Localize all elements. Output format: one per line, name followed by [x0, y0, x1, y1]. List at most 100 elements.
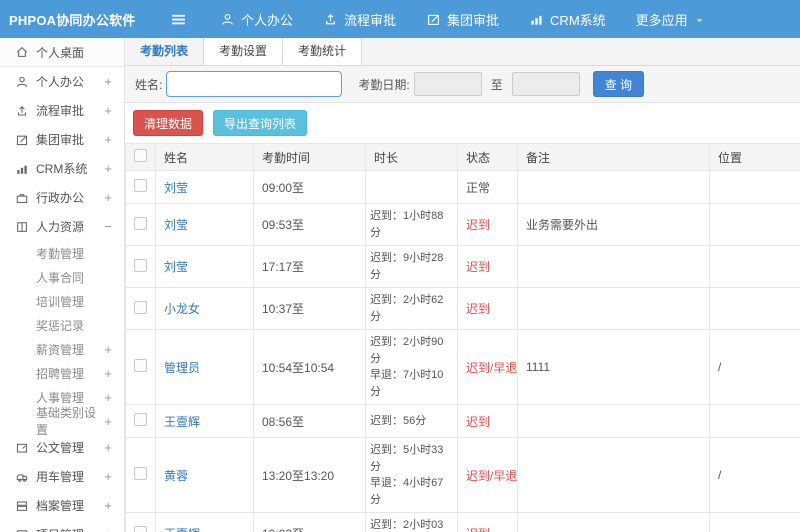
duration-line: 迟到：5小时33分 — [370, 444, 444, 473]
header-cell: 状态 — [457, 143, 518, 171]
cell-location — [709, 170, 800, 204]
sidebar-item[interactable]: 项目管理 + — [0, 520, 124, 532]
main-content: 考勤列表 考勤设置 考勤统计 姓名: 考勤日期: 至 查 询 清理数据 导出查询列表… — [125, 38, 800, 532]
employee-name-link[interactable]: 小龙女 — [164, 302, 200, 316]
tab-3[interactable]: 考勤统计 — [283, 38, 363, 65]
query-button[interactable]: 查 询 — [592, 71, 645, 97]
sidebar-subitem[interactable]: 考勤管理 — [0, 241, 124, 265]
sidebar-subitem[interactable]: 基础类别设置 + — [0, 406, 124, 437]
row-checkbox[interactable] — [134, 359, 147, 372]
export-list-button[interactable]: 导出查询列表 — [213, 110, 308, 136]
cell-checkbox — [125, 203, 156, 246]
nav-item-2[interactable]: 流程审批 — [308, 0, 411, 38]
row-checkbox[interactable] — [134, 413, 147, 426]
cell-checkbox — [125, 404, 156, 438]
employee-name-link[interactable]: 刘莹 — [164, 181, 188, 195]
table-row: 王壹辉 10:02至迟到：2小时03分迟到 — [125, 512, 800, 532]
sidebar-item[interactable]: 公文管理 + — [0, 433, 124, 462]
main-layout: 个人桌面 个人办公 + 流程审批 + 集团审批 + CRM系统 + 行政办公 + 人力资源 − 考勤管理人… — [0, 38, 800, 532]
tab-1[interactable]: 考勤列表 — [125, 38, 205, 65]
sidebar-subitem-label: 培训管理 — [36, 294, 85, 309]
employee-name-link[interactable]: 管理员 — [164, 361, 200, 375]
employee-name-link[interactable]: 黄蓉 — [164, 469, 188, 483]
expand-toggle-icon: + — [104, 413, 112, 429]
sidebar-subitem-label: 奖惩记录 — [36, 318, 85, 333]
cell-checkbox — [125, 512, 156, 532]
sidebar-subitem[interactable]: 招聘管理 + — [0, 361, 124, 385]
date-to-input[interactable] — [511, 72, 580, 96]
status-badge: 迟到 — [466, 260, 491, 274]
share-icon — [17, 105, 27, 116]
cell-name: 黄蓉 — [155, 437, 254, 513]
sidebar-item[interactable]: CRM系统 + — [0, 154, 124, 183]
cell-status: 迟到 — [457, 287, 518, 330]
status-badge: 迟到 — [466, 218, 491, 232]
row-checkbox[interactable] — [134, 179, 147, 192]
sidebar-subitem[interactable]: 人事合同 — [0, 265, 124, 289]
cell-location — [709, 245, 800, 288]
sidebar-item-label: 行政办公 — [36, 191, 85, 205]
cell-status: 迟到 — [457, 203, 518, 246]
nav-item-label: 集团审批 — [447, 12, 500, 28]
sidebar-item[interactable]: 流程审批 + — [0, 96, 124, 125]
cell-note — [517, 245, 710, 288]
chart-icon — [17, 165, 27, 174]
sidebar-item[interactable]: 用车管理 + — [0, 462, 124, 491]
employee-name-link[interactable]: 刘莹 — [164, 218, 188, 232]
sidebar-item[interactable]: 个人桌面 — [0, 38, 124, 67]
employee-name-link[interactable]: 王壹辉 — [164, 527, 200, 532]
row-checkbox[interactable] — [134, 216, 147, 230]
row-checkbox[interactable] — [134, 258, 147, 272]
cell-name: 王壹辉 — [155, 404, 254, 438]
chart-icon — [531, 15, 542, 25]
name-filter-input[interactable] — [166, 71, 343, 97]
sidebar-subitem[interactable]: 薪资管理 + — [0, 337, 124, 361]
nav-item-label: 个人办公 — [241, 12, 294, 28]
cell-time: 10:54至10:54 — [253, 329, 366, 405]
sidebar-item[interactable]: 行政办公 + — [0, 183, 124, 212]
cell-duration: 迟到：2小时03分 — [365, 512, 458, 532]
menu-toggle-button[interactable] — [170, 11, 187, 28]
clean-data-button[interactable]: 清理数据 — [133, 110, 204, 136]
employee-name-link[interactable]: 王壹辉 — [164, 415, 200, 429]
tabbar: 考勤列表 考勤设置 考勤统计 — [125, 38, 800, 66]
sidebar-subitem-label: 薪资管理 — [36, 342, 85, 357]
sidebar-item[interactable]: 档案管理 + — [0, 491, 124, 520]
duration-line: 迟到：9小时28分 — [370, 252, 444, 281]
table-row: 黄蓉 13:20至13:20 迟到：5小时33分 早退：4小时67分 迟到/早退 / — [125, 437, 800, 513]
sidebar-subitem[interactable]: 奖惩记录 — [0, 313, 124, 337]
table-row: 小龙女 10:37至 迟到：2小时62分 迟到 — [125, 287, 800, 330]
sidebar-item-label: 公文管理 — [36, 441, 85, 455]
duration-line: 迟到：56分 — [370, 414, 427, 427]
select-all-checkbox[interactable] — [134, 149, 147, 162]
cell-duration: 迟到：56分 — [365, 404, 458, 438]
sidebar-subitem[interactable]: 培训管理 — [0, 289, 124, 313]
nav-item-4[interactable]: CRM系统 — [514, 0, 621, 38]
employee-name-link[interactable]: 刘莹 — [164, 260, 188, 274]
cell-location — [709, 512, 800, 532]
sidebar-item[interactable]: 人力资源 − — [0, 212, 124, 241]
table-row: 刘莹 17:17至 迟到：9小时28分 迟到 — [125, 245, 800, 288]
sidebar: 个人桌面 个人办公 + 流程审批 + 集团审批 + CRM系统 + 行政办公 + 人力资源 − 考勤管理人… — [0, 38, 125, 532]
folder-icon — [16, 500, 28, 511]
nav-item-label: CRM系统 — [550, 12, 606, 28]
row-checkbox[interactable] — [134, 467, 147, 480]
sidebar-item[interactable]: 个人办公 + — [0, 67, 124, 96]
cell-time: 09:00至 — [253, 170, 366, 204]
cell-name: 刘莹 — [155, 170, 254, 204]
row-checkbox[interactable] — [134, 525, 147, 532]
row-checkbox[interactable] — [134, 300, 147, 314]
cell-name: 管理员 — [155, 329, 254, 405]
doc-icon — [16, 443, 28, 453]
nav-item-3[interactable]: 集团审批 — [411, 0, 514, 38]
date-range-to-label: 至 — [490, 77, 503, 92]
sidebar-item-label: CRM系统 — [36, 162, 88, 176]
sidebar-item-label: 用车管理 — [36, 470, 85, 484]
nav-item-5[interactable]: 更多应用 — [621, 0, 720, 38]
sidebar-item[interactable]: 集团审批 + — [0, 125, 124, 154]
header-cell: 姓名 — [155, 143, 254, 171]
date-from-input[interactable] — [413, 72, 482, 96]
tab-2[interactable]: 考勤设置 — [204, 38, 284, 65]
nav-item-1[interactable]: 个人办公 — [205, 0, 308, 38]
cell-duration: 迟到：1小时88分 — [365, 203, 458, 246]
